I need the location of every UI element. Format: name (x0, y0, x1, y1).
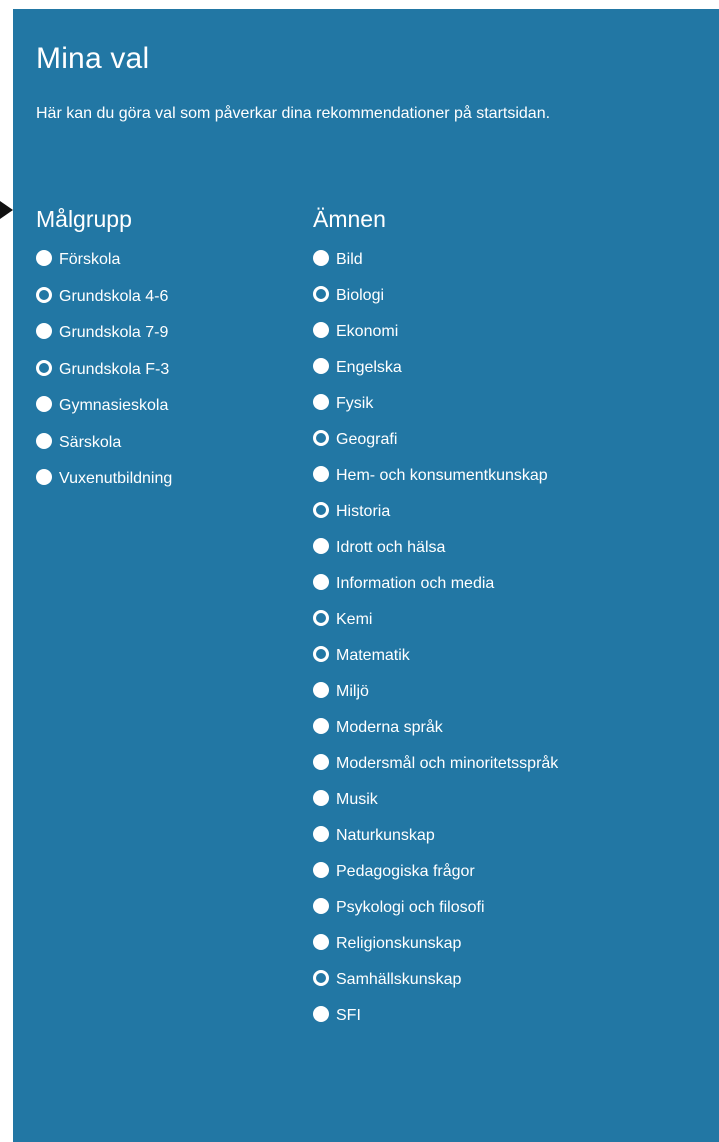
target-group-option[interactable]: Särskola (36, 430, 286, 456)
subject-option-label: Psykologi och filosofi (336, 899, 485, 916)
radio-selected-icon[interactable] (313, 898, 329, 914)
subjects-list: Bild Biologi Ekonomi Engelska Fysik Geografi H… (313, 247, 573, 1029)
radio-unselected-icon[interactable] (313, 286, 329, 302)
subject-option[interactable]: Engelska (313, 355, 573, 381)
radio-unselected-icon[interactable] (313, 502, 329, 518)
triangle-pointer-icon (0, 201, 13, 219)
radio-selected-icon[interactable] (36, 469, 52, 485)
page-title: Mina val (36, 42, 150, 75)
radio-selected-icon[interactable] (313, 682, 329, 698)
subject-option[interactable]: Psykologi och filosofi (313, 895, 573, 921)
subject-option-label: Bild (336, 251, 363, 268)
subject-option-label: Fysik (336, 395, 374, 412)
subject-option-label: Musik (336, 791, 378, 808)
subject-option-label: Matematik (336, 647, 410, 664)
target-group-list: Förskola Grundskola 4-6 Grundskola 7-9 Grun… (36, 247, 286, 492)
target-group-option[interactable]: Grundskola F-3 (36, 357, 286, 383)
preferences-panel: Mina val Här kan du göra val som påverka… (13, 9, 719, 1142)
subject-option[interactable]: Pedagogiska frågor (313, 859, 573, 885)
subject-option[interactable]: Kemi (313, 607, 573, 633)
radio-selected-icon[interactable] (313, 718, 329, 734)
subject-option[interactable]: Naturkunskap (313, 823, 573, 849)
subject-option[interactable]: Ekonomi (313, 319, 573, 345)
subject-option-label: Kemi (336, 611, 373, 628)
subject-option[interactable]: Biologi (313, 283, 573, 309)
radio-selected-icon[interactable] (313, 538, 329, 554)
subject-option[interactable]: Historia (313, 499, 573, 525)
subject-option[interactable]: Samhällskunskap (313, 967, 573, 993)
subject-option-label: Geografi (336, 431, 398, 448)
subject-option[interactable]: Miljö (313, 679, 573, 705)
radio-selected-icon[interactable] (313, 394, 329, 410)
subject-option[interactable]: Matematik (313, 643, 573, 669)
target-group-option-label: Särskola (59, 433, 122, 451)
subject-option[interactable]: Hem- och konsumentkunskap (313, 463, 573, 489)
radio-selected-icon[interactable] (313, 934, 329, 950)
subject-option-label: Engelska (336, 359, 402, 376)
subject-option[interactable]: Information och media (313, 571, 573, 597)
target-group-option-label: Grundskola 7-9 (59, 324, 169, 341)
subject-option-label: Ekonomi (336, 323, 399, 340)
radio-selected-icon[interactable] (313, 322, 329, 338)
subject-option[interactable]: Musik (313, 787, 573, 813)
target-group-option[interactable]: Grundskola 4-6 (36, 284, 286, 310)
subject-option-label: Information och media (336, 575, 495, 592)
radio-selected-icon[interactable] (313, 574, 329, 590)
subject-option-label: Modersmål och minoritetsspråk (336, 755, 559, 772)
subject-option-label: Idrott och hälsa (336, 539, 446, 556)
target-group-option-label: Förskola (59, 251, 121, 268)
radio-unselected-icon[interactable] (313, 430, 329, 446)
subjects-heading: Ämnen (313, 206, 386, 232)
radio-selected-icon[interactable] (36, 323, 52, 339)
radio-selected-icon[interactable] (313, 358, 329, 374)
radio-selected-icon[interactable] (313, 754, 329, 770)
subject-option-label: Moderna språk (336, 719, 443, 736)
subject-option[interactable]: Idrott och hälsa (313, 535, 573, 561)
radio-selected-icon[interactable] (313, 862, 329, 878)
subject-option-label: Hem- och konsumentkunskap (336, 467, 548, 484)
subject-option[interactable]: Moderna språk (313, 715, 573, 741)
target-group-option[interactable]: Förskola (36, 247, 286, 273)
target-group-option-label: Gymnasieskola (59, 397, 169, 414)
radio-selected-icon[interactable] (313, 250, 329, 266)
radio-selected-icon[interactable] (36, 396, 52, 412)
subject-option[interactable]: Geografi (313, 427, 573, 453)
target-group-option[interactable]: Grundskola 7-9 (36, 320, 286, 346)
subject-option[interactable]: Bild (313, 247, 573, 273)
subject-option-label: Naturkunskap (336, 827, 435, 844)
subject-option-label: Miljö (336, 683, 369, 700)
target-group-option-label: Grundskola 4-6 (59, 287, 169, 305)
subjects-section: Ämnen Bild Biologi Ekonomi Engelska Fysik Geo… (313, 202, 573, 1039)
radio-selected-icon[interactable] (313, 790, 329, 806)
radio-selected-icon[interactable] (313, 466, 329, 482)
target-group-option[interactable]: Gymnasieskola (36, 393, 286, 419)
subject-option[interactable]: SFI (313, 1003, 573, 1029)
target-group-heading: Målgrupp (36, 206, 132, 232)
subject-option[interactable]: Modersmål och minoritetsspråk (313, 751, 573, 777)
radio-selected-icon[interactable] (313, 1006, 329, 1022)
target-group-option-label: Vuxenutbildning (59, 470, 173, 487)
subject-option-label: Samhällskunskap (336, 971, 462, 988)
target-group-section: Målgrupp Förskola Grundskola 4-6 Grundskol… (36, 202, 286, 503)
subject-option-label: Pedagogiska frågor (336, 863, 475, 880)
radio-unselected-icon[interactable] (36, 286, 52, 303)
subject-option-label: Historia (336, 503, 391, 520)
radio-selected-icon[interactable] (36, 250, 52, 266)
radio-selected-icon[interactable] (313, 826, 329, 842)
radio-unselected-icon[interactable] (36, 359, 52, 376)
intro-text: Här kan du göra val som påverkar dina re… (36, 105, 551, 122)
subject-option-label: SFI (336, 1007, 361, 1024)
radio-unselected-icon[interactable] (313, 970, 329, 986)
subject-option-label: Biologi (336, 287, 385, 304)
radio-unselected-icon[interactable] (313, 646, 329, 662)
target-group-option-label: Grundskola F-3 (59, 360, 170, 378)
radio-selected-icon[interactable] (36, 432, 52, 449)
subject-option-label: Religionskunskap (336, 935, 462, 952)
radio-unselected-icon[interactable] (313, 610, 329, 626)
subject-option[interactable]: Religionskunskap (313, 931, 573, 957)
subject-option[interactable]: Fysik (313, 391, 573, 417)
target-group-option[interactable]: Vuxenutbildning (36, 466, 286, 492)
